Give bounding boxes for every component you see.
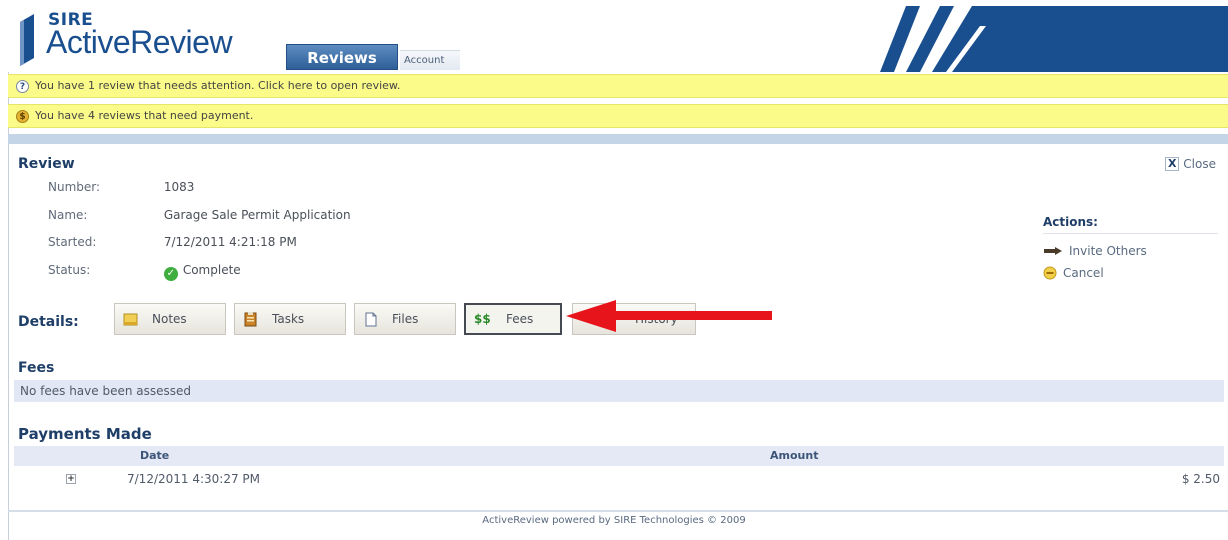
payments-table-header: Date Amount [14,446,1224,466]
alert-payment[interactable]: $ You have 4 reviews that need payment. [8,104,1228,128]
alert-attention[interactable]: ? You have 1 review that needs attention… [8,74,1228,98]
field-label: Number: [48,180,101,194]
actions-divider [1043,233,1218,234]
check-icon: ✓ [163,267,178,281]
alert-attention-text: You have 1 review that needs attention. … [35,79,401,92]
question-icon: ? [16,79,29,93]
invite-icon [1044,247,1062,255]
invite-others-label: Invite Others [1069,244,1147,258]
close-button[interactable]: X Close [1165,157,1216,171]
alert-payment-text: You have 4 reviews that need payment. [35,109,254,122]
expand-icon[interactable]: + [66,474,76,484]
footer-text: ActiveReview powered by SIRE Technologie… [482,515,746,526]
fees-icon: $$ [474,311,491,326]
footer-divider [8,510,1228,512]
app-header: SIRE ActiveReview Reviews Account [8,6,1228,72]
table-row: + 7/12/2011 4:30:27 PM $ 2.50 [14,468,1224,490]
column-amount[interactable]: Amount [770,446,818,466]
files-button[interactable]: Files [354,303,456,335]
sire-logo-icon [20,14,34,66]
payment-date: 7/12/2011 4:30:27 PM [127,472,261,486]
brand-title: ActiveReview [46,24,233,60]
payment-amount: $ 2.50 [1181,472,1220,486]
tab-account[interactable]: Account [400,50,460,70]
review-number-row: Number: 1083 [48,180,194,194]
review-number: 1083 [163,180,195,194]
cancel-label: Cancel [1063,266,1104,280]
review-heading: Review [18,156,75,172]
notes-label: Notes [152,312,187,326]
tab-reviews[interactable]: Reviews [286,44,398,70]
close-label: Close [1183,157,1216,171]
invite-others-action[interactable]: Invite Others [1043,244,1147,258]
review-status-row: Status: ✓ Complete [48,263,241,281]
fees-label: Fees [506,312,534,326]
actions-heading: Actions: [1043,215,1098,229]
divider-strip [8,134,1228,144]
close-icon: X [1165,157,1180,171]
review-status: Complete [182,263,241,277]
review-started-row: Started: 7/12/2011 4:21:18 PM [48,235,297,249]
files-label: Files [392,312,419,326]
fees-empty-message: No fees have been assessed [14,380,1224,402]
files-icon [365,312,377,326]
fees-button[interactable]: $$ Fees [464,303,562,335]
review-started: 7/12/2011 4:21:18 PM [163,235,297,249]
fees-heading: Fees [18,360,55,376]
tasks-icon [244,311,257,326]
field-label: Status: [48,263,91,277]
header-stripes-graphic [880,6,1228,72]
field-label: Started: [48,235,97,249]
notes-button[interactable]: Notes [114,303,226,335]
field-label: Name: [48,208,88,222]
annotation-arrow [566,300,772,332]
details-label: Details: [18,314,79,330]
review-name: Garage Sale Permit Application [163,208,351,222]
column-date[interactable]: Date [140,446,169,466]
cancel-action[interactable]: Cancel [1043,266,1104,280]
dollar-icon: $ [16,109,29,123]
cancel-icon [1043,266,1057,280]
payments-heading: Payments Made [18,425,152,443]
tasks-label: Tasks [272,312,305,326]
review-name-row: Name: Garage Sale Permit Application [48,208,351,222]
tasks-button[interactable]: Tasks [234,303,346,335]
notes-icon [123,313,138,325]
